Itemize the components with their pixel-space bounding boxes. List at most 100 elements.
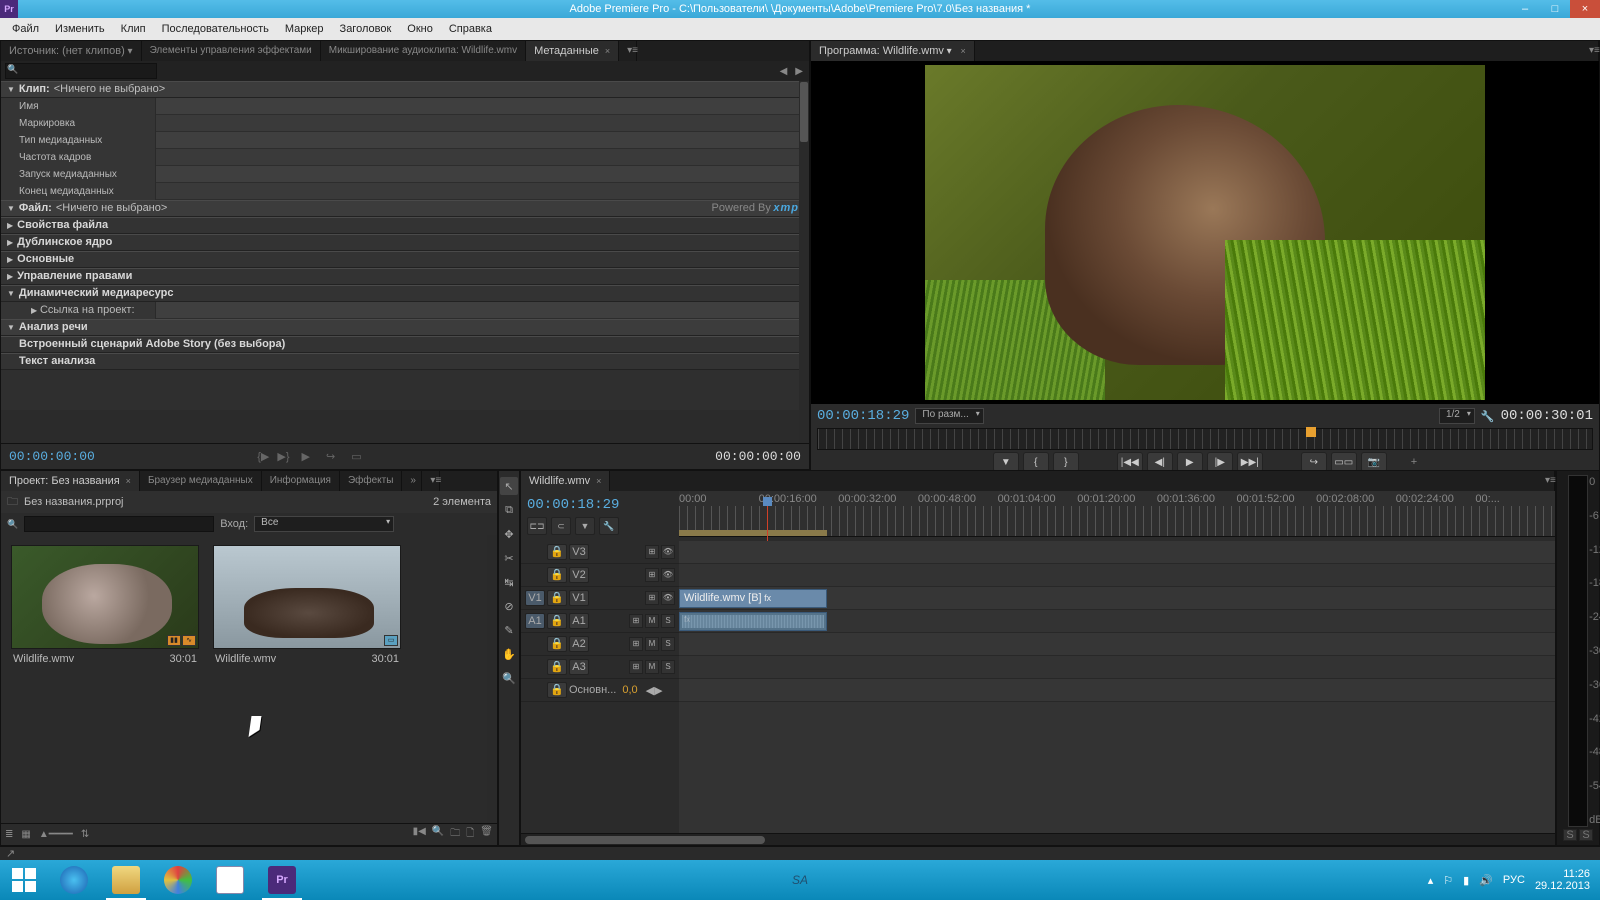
rights-section[interactable]: Управление правами (17, 268, 132, 285)
selection-tool[interactable]: ↖ (500, 477, 518, 495)
basic-section[interactable]: Основные (17, 251, 74, 268)
tray-up-icon[interactable]: ▴ (1428, 874, 1434, 887)
twirl-icon[interactable]: ▶ (7, 234, 13, 251)
tab-sequence[interactable]: Wildlife.wmv× (521, 471, 610, 491)
mark-out-button[interactable]: } (1053, 452, 1079, 472)
sync-lock-icon[interactable]: ⊞ (629, 660, 643, 674)
insert-button[interactable]: ↪ (322, 450, 339, 463)
twirl-icon[interactable]: ▼ (7, 81, 15, 98)
twirl-icon[interactable]: ▼ (7, 200, 15, 217)
solo-right-button[interactable]: S (1579, 829, 1593, 841)
twirl-icon[interactable]: ▼ (7, 285, 15, 302)
automate-button[interactable]: ▮◀ (413, 826, 426, 843)
timeline-settings-button[interactable]: 🔧 (599, 517, 619, 535)
prop-mediatype-value[interactable] (156, 132, 809, 149)
lock-icon[interactable]: 🔒 (547, 613, 567, 629)
timeline-video-clip[interactable]: Wildlife.wmv [В] fx (679, 589, 827, 608)
master-level[interactable]: 0,0 (622, 684, 637, 696)
filter-dropdown[interactable]: Все (254, 516, 394, 532)
panel-menu-button[interactable]: ▾≡ (1581, 41, 1599, 61)
menu-clip[interactable]: Клип (113, 18, 154, 40)
zoom-tool[interactable]: 🔍 (500, 669, 518, 687)
tab-program[interactable]: Программа: Wildlife.wmv ▾ × (811, 41, 975, 61)
tab-metadata[interactable]: Метаданные× (526, 41, 619, 61)
tray-language[interactable]: РУС (1503, 874, 1525, 886)
mute-button[interactable]: M (645, 660, 659, 674)
sync-lock-icon[interactable]: ⊞ (629, 637, 643, 651)
menu-sequence[interactable]: Последовательность (154, 18, 277, 40)
minimize-button[interactable]: – (1510, 0, 1540, 18)
find-button[interactable]: 🔍 (432, 826, 444, 843)
add-marker-button[interactable]: ▼ (993, 452, 1019, 472)
tab-effects[interactable]: Эффекты (340, 471, 402, 491)
timeline-ruler[interactable]: 00:0000:00:16:0000:00:32:0000:00:48:0000… (679, 491, 1555, 537)
tab-source[interactable]: Источник: (нет клипов) ▾ (1, 41, 142, 61)
menu-file[interactable]: Файл (4, 18, 47, 40)
timeline-track-area[interactable]: Wildlife.wmv [В] fx fx (679, 541, 1555, 833)
tray-volume-icon[interactable]: 🔊 (1479, 874, 1493, 887)
scrollbar[interactable] (487, 535, 497, 823)
zoom-slider[interactable]: ▲━━━━ (39, 829, 73, 840)
dublin-core-section[interactable]: Дублинское ядро (17, 234, 112, 251)
overwrite-button[interactable]: ▭ (347, 450, 365, 463)
close-icon[interactable]: × (596, 476, 601, 486)
fit-dropdown[interactable]: По разм... (915, 408, 983, 424)
icon-view-button[interactable]: ▦ (21, 829, 30, 840)
playhead-icon[interactable] (1306, 427, 1316, 437)
sync-lock-icon[interactable]: ⊞ (645, 568, 659, 582)
menu-help[interactable]: Справка (441, 18, 500, 40)
program-viewer[interactable] (811, 61, 1599, 404)
tabs-overflow[interactable]: » (402, 471, 422, 491)
twirl-icon[interactable]: ▶ (7, 251, 13, 268)
rate-stretch-tool[interactable]: ⊘ (500, 597, 518, 615)
lift-button[interactable]: ↪ (1301, 452, 1327, 472)
solo-button[interactable]: S (661, 660, 675, 674)
source-in-timecode[interactable]: 00:00:00:00 (9, 449, 95, 464)
timeline-audio-clip[interactable]: fx (679, 612, 827, 631)
start-button[interactable] (0, 860, 48, 900)
taskbar-premiere[interactable]: Pr (256, 860, 308, 900)
source-out-timecode[interactable]: 00:00:00:00 (715, 449, 801, 464)
close-icon[interactable]: × (960, 46, 965, 56)
track-button[interactable]: V3 (569, 544, 589, 560)
lock-icon[interactable]: 🔒 (547, 567, 567, 583)
tab-effect-controls[interactable]: Элементы управления эффектами (142, 41, 321, 61)
prop-mediastart-value[interactable] (156, 166, 809, 183)
play-button[interactable]: ▶ (298, 450, 314, 463)
keyframe-nav-icon[interactable]: ◀▶ (646, 684, 663, 697)
scrollbar[interactable] (799, 81, 809, 443)
sync-lock-icon[interactable]: ⊞ (645, 591, 659, 605)
source-patch-v1[interactable]: V1 (525, 590, 545, 606)
menu-title[interactable]: Заголовок (332, 18, 400, 40)
ripple-tool[interactable]: ✥ (500, 525, 518, 543)
lock-icon[interactable]: 🔒 (547, 682, 567, 698)
twirl-icon[interactable]: ▼ (7, 319, 15, 336)
track-button[interactable]: A1 (569, 613, 589, 629)
close-icon[interactable]: × (605, 46, 610, 56)
set-out-button[interactable]: ▶} (277, 450, 289, 463)
maximize-button[interactable]: □ (1540, 0, 1570, 18)
pen-tool[interactable]: ✎ (500, 621, 518, 639)
new-item-button[interactable]: 🗋 (466, 826, 474, 843)
lock-icon[interactable]: 🔒 (547, 544, 567, 560)
project-ref-value[interactable] (156, 302, 809, 319)
mute-button[interactable]: M (645, 637, 659, 651)
new-bin-button[interactable]: 🗀 (450, 826, 460, 843)
lock-icon[interactable]: 🔒 (547, 659, 567, 675)
step-back-button[interactable]: ◀| (1147, 452, 1173, 472)
track-button[interactable]: V2 (569, 567, 589, 583)
play-button[interactable]: ▶ (1177, 452, 1203, 472)
project-clip[interactable]: ▮▮∿ Wildlife.wmv30:01 (11, 545, 199, 669)
timeline-scrollbar[interactable] (521, 833, 1555, 845)
twirl-icon[interactable]: ▶ (7, 268, 13, 285)
razor-tool[interactable]: ✂ (500, 549, 518, 567)
track-button[interactable]: A2 (569, 636, 589, 652)
export-frame-button[interactable]: 📷 (1361, 452, 1387, 472)
tab-media-browser[interactable]: Браузер медиаданных (140, 471, 262, 491)
eye-icon[interactable]: 👁 (661, 545, 675, 559)
set-in-button[interactable]: {▶ (257, 450, 269, 463)
menu-marker[interactable]: Маркер (277, 18, 332, 40)
add-marker-button[interactable]: ▼ (575, 517, 595, 535)
tray-network-icon[interactable]: ▮ (1463, 874, 1469, 887)
go-to-in-button[interactable]: |◀◀ (1117, 452, 1143, 472)
